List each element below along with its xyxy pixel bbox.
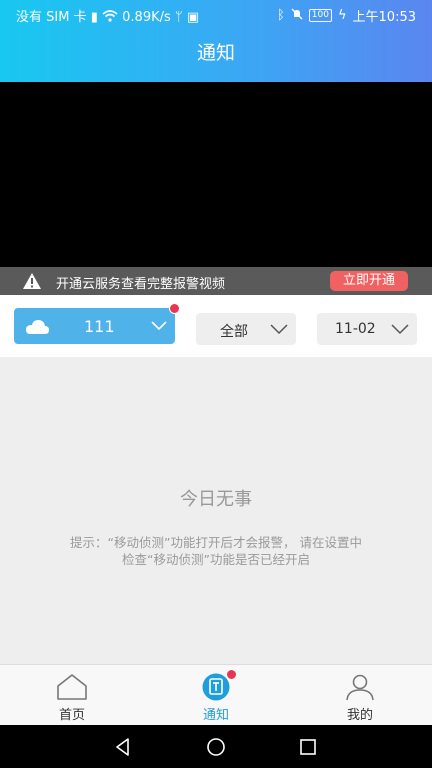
system-navigation-bar <box>0 725 432 768</box>
bottom-tab-bar: 首页 通知 我的 <box>0 664 432 726</box>
recents-icon[interactable] <box>298 737 318 757</box>
event-type-dropdown[interactable]: 全部 <box>196 313 296 345</box>
status-bar: 没有 SIM 卡 ▮ 0.89K/s ᛘ ▣ ᛒ 100 ϟ 上午10:53 <box>0 0 432 28</box>
notification-badge <box>169 303 180 314</box>
sim-status: 没有 SIM 卡 <box>16 10 87 25</box>
home-icon <box>57 674 87 700</box>
tab-profile[interactable]: 我的 <box>288 665 432 726</box>
empty-hint-line2: 检查“移动侦测”功能是否已经开启 <box>122 552 310 567</box>
empty-heading: 今日无事 <box>180 489 252 510</box>
activate-now-button[interactable]: 立即开通 <box>330 271 408 291</box>
tab-notifications-label: 通知 <box>202 708 229 723</box>
event-type-value: 全部 <box>220 324 248 340</box>
header-bar: 没有 SIM 卡 ▮ 0.89K/s ᛘ ▣ ᛒ 100 ϟ 上午10:53 通… <box>0 0 432 82</box>
camera-selector[interactable]: 111 <box>14 303 180 344</box>
notification-badge <box>226 669 237 680</box>
filter-bar: 111 全部 11-02 <box>0 295 432 357</box>
cloud-service-banner: 开通云服务查看完整报警视频 立即开通 <box>0 267 432 295</box>
date-value: 11-02 <box>335 321 376 337</box>
chevron-down-icon <box>151 321 167 331</box>
tab-home-label: 首页 <box>58 708 85 723</box>
image-notification-icon: ▣ <box>186 10 200 25</box>
banner-text: 开通云服务查看完整报警视频 <box>56 277 226 292</box>
camera-name: 111 <box>84 317 115 336</box>
profile-icon <box>346 674 374 701</box>
chevron-down-icon <box>270 324 288 335</box>
video-player[interactable] <box>0 82 432 267</box>
chevron-down-icon <box>391 324 409 335</box>
page-title: 通知 <box>196 42 235 64</box>
status-left: 没有 SIM 卡 ▮ 0.89K/s ᛘ ▣ <box>16 6 199 25</box>
home-circle-icon[interactable] <box>206 737 226 757</box>
date-dropdown[interactable]: 11-02 <box>317 313 417 345</box>
bluetooth-icon: ᛒ <box>276 8 285 23</box>
clock: 上午10:53 <box>352 10 416 25</box>
tab-notifications[interactable]: 通知 <box>144 665 288 726</box>
warning-icon <box>23 273 41 289</box>
back-icon[interactable] <box>113 737 133 757</box>
network-speed: 0.89K/s <box>122 10 171 25</box>
charging-icon: ϟ <box>337 8 347 23</box>
mute-icon <box>291 8 303 24</box>
notification-list-empty: 今日无事 提示：“移动侦测”功能打开后才会报警， 请在设置中 检查“移动侦测”功… <box>0 357 432 664</box>
cloud-icon <box>26 320 49 334</box>
wifi-icon <box>102 10 122 25</box>
tab-profile-label: 我的 <box>346 708 373 723</box>
status-right: ᛒ 100 ϟ 上午10:53 <box>277 6 416 25</box>
tab-home[interactable]: 首页 <box>0 665 144 726</box>
battery-level: 100 <box>308 9 332 22</box>
sim-icon: ▮ <box>90 10 98 25</box>
usb-icon: ᛘ <box>174 10 183 25</box>
